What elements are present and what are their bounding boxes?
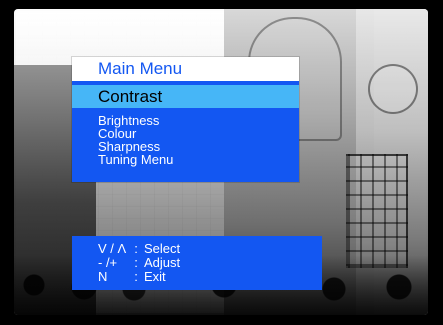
help-action-exit: Exit <box>144 269 166 284</box>
menu-items: Brightness Colour Sharpness Tuning Menu <box>72 114 299 166</box>
help-separator: : <box>134 241 138 256</box>
help-action-adjust: Adjust <box>144 255 181 270</box>
help-key-adjust: - /+ <box>98 255 118 270</box>
tv-screenshot: Main Menu Contrast Brightness Colour Sha… <box>0 0 443 325</box>
background-window <box>346 154 408 268</box>
help-row-select: V / Λ : Select <box>98 242 322 256</box>
help-row-exit: N : Exit <box>98 270 322 284</box>
help-panel: V / Λ : Select - /+ : Adjust N : Exit <box>72 236 322 290</box>
menu-item-contrast[interactable]: Contrast <box>72 85 299 108</box>
main-menu-title: Main Menu <box>72 57 299 81</box>
help-action-select: Select <box>144 241 181 256</box>
help-separator: : <box>134 255 138 270</box>
menu-item-tuning-menu[interactable]: Tuning Menu <box>98 153 299 166</box>
tv-screen: Main Menu Contrast Brightness Colour Sha… <box>14 9 428 315</box>
help-separator: : <box>134 269 138 284</box>
main-menu-panel: Main Menu Contrast Brightness Colour Sha… <box>72 57 299 182</box>
background-round-window <box>368 64 418 114</box>
help-row-adjust: - /+ : Adjust <box>98 256 322 270</box>
help-key-select: V / Λ <box>98 241 127 256</box>
help-key-exit: N <box>98 269 108 284</box>
